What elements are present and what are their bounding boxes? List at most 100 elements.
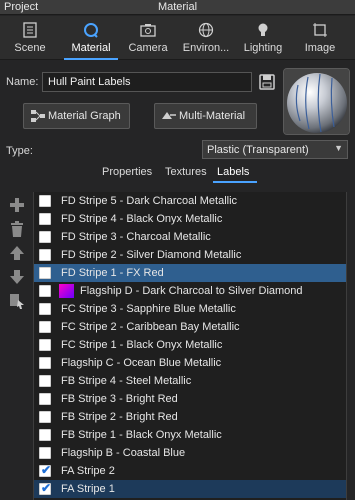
- checkmark-icon: ✔: [41, 463, 52, 477]
- label-name: FD Stripe 5 - Dark Charcoal Metallic: [61, 195, 238, 207]
- camera-icon: [140, 24, 156, 37]
- main-tab-bar: Scene Material Camera Environ... Lightin…: [0, 16, 355, 60]
- tab-camera[interactable]: Camera: [124, 16, 172, 60]
- label-name: FD Stripe 4 - Black Onyx Metallic: [61, 213, 223, 225]
- label-name: FD Stripe 3 - Charcoal Metallic: [61, 231, 211, 243]
- material-sphere-preview: [284, 69, 349, 134]
- label-checkbox[interactable]: [39, 195, 51, 207]
- label-checkbox[interactable]: [39, 213, 51, 225]
- label-name: FD Stripe 2 - Silver Diamond Metallic: [61, 249, 242, 261]
- label-checkbox[interactable]: [39, 285, 51, 297]
- tab-material[interactable]: Material: [62, 16, 120, 60]
- label-row[interactable]: FD Stripe 3 - Charcoal Metallic: [34, 228, 346, 246]
- selected-type: Plastic (Transparent): [207, 144, 309, 156]
- label-checkbox[interactable]: [39, 375, 51, 387]
- subtab-textures[interactable]: Textures: [165, 166, 207, 178]
- label-checkbox[interactable]: [39, 429, 51, 441]
- material-type-select[interactable]: Plastic (Transparent) ▼: [202, 140, 348, 159]
- node-graph-icon: [31, 110, 45, 122]
- lightbulb-icon: [258, 23, 268, 36]
- material-sphere-icon: [84, 23, 98, 38]
- move-up-icon[interactable]: [8, 244, 26, 262]
- label-row[interactable]: FB Stripe 3 - Bright Red: [34, 390, 346, 408]
- label-checkbox[interactable]: [39, 411, 51, 423]
- label-row[interactable]: FB Stripe 2 - Bright Red: [34, 408, 346, 426]
- tab-label: Material: [71, 42, 111, 54]
- labels-list[interactable]: FD Stripe 5 - Dark Charcoal Metallic FD S…: [33, 192, 347, 500]
- window-title: Material: [157, 1, 198, 13]
- move-down-icon[interactable]: [8, 268, 26, 286]
- type-label: Type:: [6, 145, 33, 157]
- chevron-down-icon: ▼: [334, 143, 343, 153]
- tab-label: Image: [304, 42, 336, 54]
- label-name: FC Stripe 2 - Caribbean Bay Metallic: [61, 321, 240, 333]
- name-label: Name:: [6, 76, 39, 88]
- title-bar: Project Material: [0, 0, 355, 15]
- label-checkbox[interactable]: [39, 231, 51, 243]
- label-row[interactable]: ✔ FA Stripe 2: [34, 462, 346, 480]
- label-checkbox[interactable]: [39, 339, 51, 351]
- checkmark-icon: ✔: [41, 481, 52, 495]
- label-name: FA Stripe 2: [61, 465, 115, 477]
- button-label: Material Graph: [48, 110, 121, 122]
- label-checkbox[interactable]: [39, 303, 51, 315]
- label-row[interactable]: FB Stripe 4 - Steel Metallic: [34, 372, 346, 390]
- label-color-swatch: [59, 284, 74, 298]
- add-icon[interactable]: [8, 196, 26, 214]
- button-label: Multi-Material: [179, 110, 246, 122]
- globe-icon: [198, 22, 214, 38]
- multi-material-button[interactable]: Multi-Material: [154, 103, 257, 129]
- material-name-input[interactable]: [42, 72, 252, 92]
- tab-label: Lighting: [243, 42, 283, 54]
- label-name: Flagship D - Dark Charcoal to Silver Dia…: [80, 285, 303, 297]
- label-name: FC Stripe 1 - Black Onyx Metallic: [61, 339, 223, 351]
- label-row[interactable]: FD Stripe 1 - FX Red: [34, 264, 346, 282]
- subtab-labels[interactable]: Labels: [217, 166, 249, 178]
- label-name: FC Stripe 3 - Sapphire Blue Metallic: [61, 303, 236, 315]
- label-row[interactable]: FC Stripe 2 - Caribbean Bay Metallic: [34, 318, 346, 336]
- tab-label: Camera: [128, 42, 168, 54]
- label-row[interactable]: FD Stripe 4 - Black Onyx Metallic: [34, 210, 346, 228]
- label-name: FB Stripe 3 - Bright Red: [61, 393, 178, 405]
- active-subtab-indicator: [213, 181, 257, 183]
- tab-label: Environ...: [182, 42, 230, 54]
- label-name: Flagship C - Ocean Blue Metallic: [61, 357, 222, 369]
- label-row[interactable]: Flagship D - Dark Charcoal to Silver Dia…: [34, 282, 346, 300]
- label-row[interactable]: Flagship C - Ocean Blue Metallic: [34, 354, 346, 372]
- label-checkbox[interactable]: [39, 357, 51, 369]
- save-icon[interactable]: [257, 72, 277, 92]
- tab-scene[interactable]: Scene: [4, 16, 56, 60]
- label-checkbox[interactable]: [39, 249, 51, 261]
- label-row[interactable]: FC Stripe 1 - Black Onyx Metallic: [34, 336, 346, 354]
- subtab-properties[interactable]: Properties: [102, 166, 152, 178]
- label-checkbox[interactable]: [39, 393, 51, 405]
- label-row[interactable]: FB Stripe 1 - Black Onyx Metallic: [34, 426, 346, 444]
- label-name: FB Stripe 4 - Steel Metallic: [61, 375, 192, 387]
- tab-environment[interactable]: Environ...: [176, 16, 236, 60]
- label-row[interactable]: FD Stripe 5 - Dark Charcoal Metallic: [34, 192, 346, 210]
- multi-material-icon: [162, 112, 176, 119]
- label-row[interactable]: FC Stripe 3 - Sapphire Blue Metallic: [34, 300, 346, 318]
- label-name: FB Stripe 2 - Bright Red: [61, 411, 178, 423]
- label-name: FA Stripe 1: [61, 483, 115, 495]
- label-row[interactable]: FD Stripe 2 - Silver Diamond Metallic: [34, 246, 346, 264]
- tab-image[interactable]: Image: [296, 16, 344, 60]
- delete-icon[interactable]: [8, 220, 26, 238]
- label-row[interactable]: Flagship B - Coastal Blue: [34, 444, 346, 462]
- image-crop-icon: [313, 23, 327, 37]
- material-preview[interactable]: [283, 68, 350, 135]
- tab-lighting[interactable]: Lighting: [238, 16, 288, 60]
- label-name: FD Stripe 1 - FX Red: [61, 267, 164, 279]
- select-icon[interactable]: [8, 292, 26, 310]
- label-row[interactable]: ✔ FA Stripe 1: [34, 480, 346, 498]
- label-checkbox[interactable]: [39, 321, 51, 333]
- tab-label: Scene: [14, 42, 46, 54]
- material-graph-button[interactable]: Material Graph: [23, 103, 130, 129]
- label-checkbox[interactable]: ✔: [39, 463, 52, 477]
- label-name: FB Stripe 1 - Black Onyx Metallic: [61, 429, 222, 441]
- label-checkbox[interactable]: ✔: [39, 481, 52, 495]
- scene-icon: [23, 22, 37, 38]
- label-name: Flagship B - Coastal Blue: [61, 447, 186, 459]
- label-checkbox[interactable]: [39, 447, 51, 459]
- label-checkbox[interactable]: [39, 267, 51, 279]
